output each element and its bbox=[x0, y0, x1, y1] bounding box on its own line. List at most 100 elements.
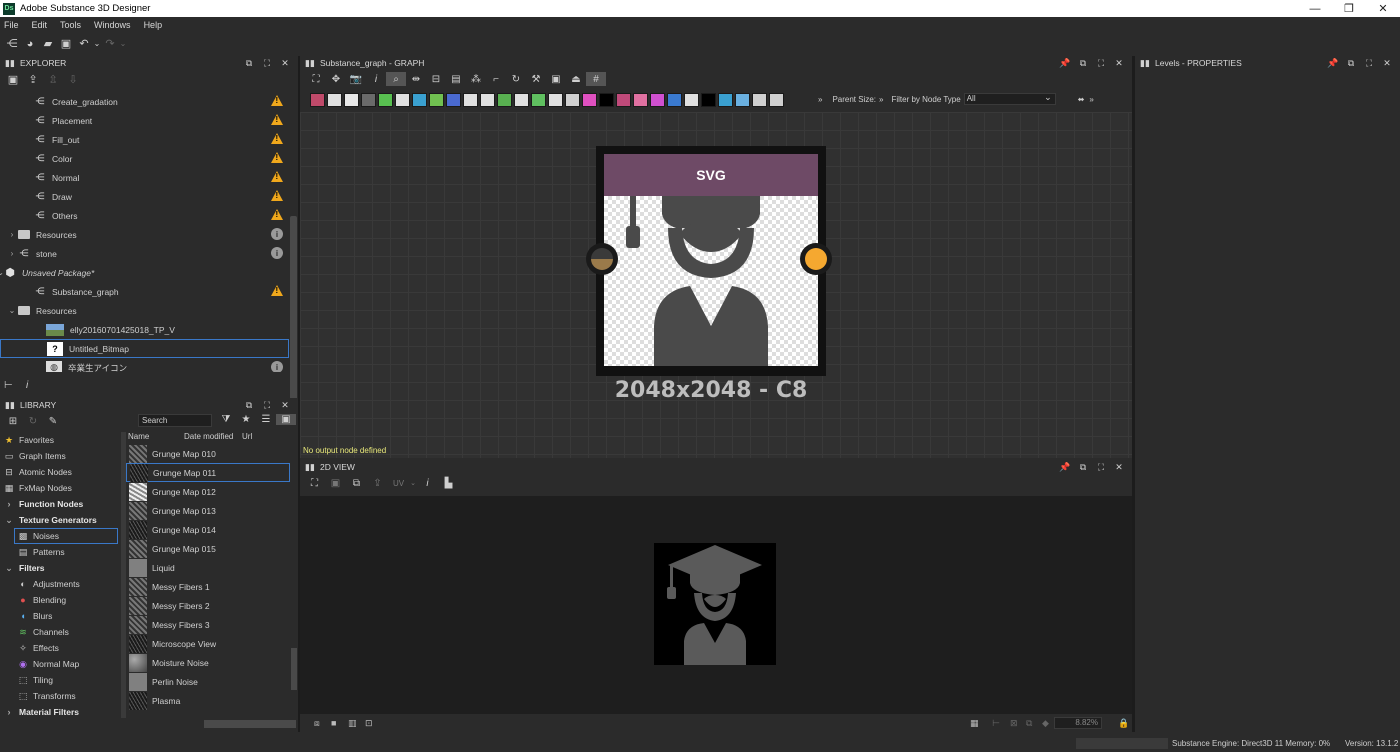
atomic-node-button[interactable] bbox=[565, 93, 580, 107]
atomic-node-button[interactable] bbox=[633, 93, 648, 107]
menu-edit[interactable]: Edit bbox=[32, 20, 48, 30]
connect-icon[interactable]: ⁂ bbox=[466, 72, 486, 86]
panel-divider[interactable] bbox=[1132, 56, 1135, 732]
library-category[interactable]: ⬚ Transforms bbox=[0, 688, 120, 704]
maximize-panel-icon[interactable]: ⛶ bbox=[1092, 56, 1110, 70]
library-category[interactable]: ⬚ Tiling bbox=[0, 672, 120, 688]
atomic-node-button[interactable] bbox=[344, 93, 359, 107]
pan-icon[interactable]: ✥ bbox=[326, 72, 346, 86]
redo-icon[interactable]: ↷ bbox=[101, 37, 119, 51]
menu-tools[interactable]: Tools bbox=[60, 20, 81, 30]
library-category[interactable]: ◉ Normal Map bbox=[0, 656, 120, 672]
library-category[interactable]: ◐ Adjustments bbox=[0, 576, 120, 592]
background-icon[interactable]: ■ bbox=[331, 718, 348, 728]
zoom-input[interactable]: 8.82% bbox=[1054, 717, 1102, 729]
grid-snap-icon[interactable]: # bbox=[586, 72, 606, 86]
atomic-node-button[interactable] bbox=[701, 93, 716, 107]
library-category[interactable]: ▤ Patterns bbox=[0, 544, 120, 560]
import-icon[interactable]: ⇩ bbox=[63, 72, 83, 86]
close-panel-icon[interactable]: ✕ bbox=[276, 56, 294, 70]
maximize-panel-icon[interactable]: ⛶ bbox=[1092, 460, 1110, 474]
library-item[interactable]: Grunge Map 013 bbox=[126, 501, 290, 520]
new-graph-icon[interactable]: ⋲ bbox=[3, 37, 21, 51]
column-date-modified[interactable]: Date modified bbox=[184, 432, 242, 443]
bake-icon[interactable]: ⏏ bbox=[566, 72, 586, 86]
library-category[interactable]: ⊟ Atomic Nodes bbox=[0, 464, 120, 480]
info-icon[interactable]: i bbox=[417, 478, 438, 489]
library-item[interactable]: Messy Fibers 3 bbox=[126, 615, 290, 634]
float-panel-icon[interactable]: ⧉ bbox=[240, 56, 258, 70]
frame-all-icon[interactable]: ⛶ bbox=[306, 72, 326, 86]
histogram-icon[interactable]: ▙ bbox=[438, 478, 459, 489]
layout-icon[interactable]: ▤ bbox=[446, 72, 466, 86]
atomic-node-button[interactable] bbox=[735, 93, 750, 107]
atomic-node-button[interactable] bbox=[497, 93, 512, 107]
atomic-node-button[interactable] bbox=[361, 93, 376, 107]
tree-item[interactable]: ⋲ Placement bbox=[0, 111, 289, 130]
atomic-node-button[interactable] bbox=[310, 93, 325, 107]
parent-size-more-icon[interactable]: » bbox=[879, 95, 883, 104]
export-icon[interactable]: ⇫ bbox=[43, 72, 63, 86]
library-category[interactable]: › Material Filters bbox=[0, 704, 120, 718]
library-category[interactable]: ✧ Effects bbox=[0, 640, 120, 656]
atomic-node-button[interactable] bbox=[769, 93, 784, 107]
favorite-filter-icon[interactable]: ★ bbox=[236, 414, 256, 425]
maximize-panel-icon[interactable]: ⛶ bbox=[258, 56, 276, 70]
info-icon[interactable]: i bbox=[366, 72, 386, 86]
tile-icon[interactable]: ⊡ bbox=[365, 718, 382, 729]
atomic-node-button[interactable] bbox=[548, 93, 563, 107]
pin-panel-icon[interactable]: 📌 bbox=[1324, 56, 1342, 70]
float-panel-icon[interactable]: ⧉ bbox=[240, 398, 258, 412]
tree-item[interactable]: ? Untitled_Bitmap bbox=[0, 339, 289, 358]
atomic-node-button[interactable] bbox=[429, 93, 444, 107]
tree-item[interactable]: elly20160701425018_TP_V bbox=[0, 320, 289, 339]
align-icon[interactable]: ⊟ bbox=[426, 72, 446, 86]
library-category[interactable]: ⌄ Texture Generators bbox=[0, 512, 120, 528]
library-category[interactable]: ◖ Blurs bbox=[0, 608, 120, 624]
chevron-right-icon[interactable]: › bbox=[6, 249, 18, 258]
library-item[interactable]: Grunge Map 010 bbox=[126, 444, 290, 463]
uv-toggle[interactable]: UV bbox=[388, 479, 409, 488]
library-category[interactable]: ▭ Graph Items bbox=[0, 448, 120, 464]
menu-windows[interactable]: Windows bbox=[94, 20, 131, 30]
filter-icon[interactable]: ⧩ bbox=[216, 414, 236, 425]
undo-dropdown-icon[interactable]: ⌄ bbox=[93, 37, 101, 51]
library-category[interactable]: › Function Nodes bbox=[0, 496, 120, 512]
uv-dropdown-icon[interactable]: ⌄ bbox=[409, 479, 417, 487]
copy-image-icon[interactable]: ⧉ bbox=[346, 478, 367, 489]
float-panel-icon[interactable]: ⧉ bbox=[1342, 56, 1360, 70]
atomic-node-button[interactable] bbox=[718, 93, 733, 107]
library-hscrollbar[interactable] bbox=[204, 720, 296, 728]
library-scrollbar[interactable] bbox=[291, 648, 297, 690]
tree-item[interactable]: ⋲ Draw bbox=[0, 187, 289, 206]
compact-icon[interactable]: ⬌ bbox=[1078, 95, 1085, 104]
explorer-scrollbar[interactable] bbox=[290, 216, 297, 426]
save-image-icon[interactable]: ▣ bbox=[325, 478, 346, 489]
tree-item[interactable]: ◍ 卒業生アイコン i bbox=[0, 358, 289, 372]
pin-panel-icon[interactable]: 📌 bbox=[1056, 56, 1074, 70]
layers-icon[interactable]: ⧈ bbox=[314, 718, 331, 729]
library-item[interactable]: Moisture Noise bbox=[126, 653, 290, 672]
library-item[interactable]: Grunge Map 014 bbox=[126, 520, 290, 539]
chevron-right-icon[interactable]: › bbox=[6, 230, 18, 239]
library-item[interactable]: Messy Fibers 1 bbox=[126, 577, 290, 596]
save-icon[interactable]: ▣ bbox=[57, 37, 75, 51]
open-folder-icon[interactable]: ▰ bbox=[39, 37, 57, 51]
output-port[interactable] bbox=[800, 243, 832, 275]
export-image-icon[interactable]: ⇪ bbox=[367, 478, 388, 489]
new-package-icon[interactable]: ◕ bbox=[21, 37, 39, 51]
transform-icon[interactable]: ⊠ bbox=[1010, 718, 1027, 729]
library-item[interactable]: Messy Fibers 2 bbox=[126, 596, 290, 615]
publish-icon[interactable]: ⇪ bbox=[23, 72, 43, 86]
search-icon[interactable]: ⌕ bbox=[386, 72, 406, 86]
menu-file[interactable]: File bbox=[4, 20, 19, 30]
library-category[interactable]: ● Blending bbox=[0, 592, 120, 608]
atomic-node-button[interactable] bbox=[412, 93, 427, 107]
atomic-node-button[interactable] bbox=[752, 93, 767, 107]
atomic-node-button[interactable] bbox=[378, 93, 393, 107]
close-window-button[interactable]: ✕ bbox=[1366, 0, 1400, 17]
float-panel-icon[interactable]: ⧉ bbox=[1074, 460, 1092, 474]
fit-icon[interactable]: ⧉ bbox=[1026, 718, 1043, 729]
save-package-icon[interactable]: ▣ bbox=[3, 72, 23, 86]
toolbar-more-icon[interactable]: » bbox=[1089, 95, 1093, 104]
